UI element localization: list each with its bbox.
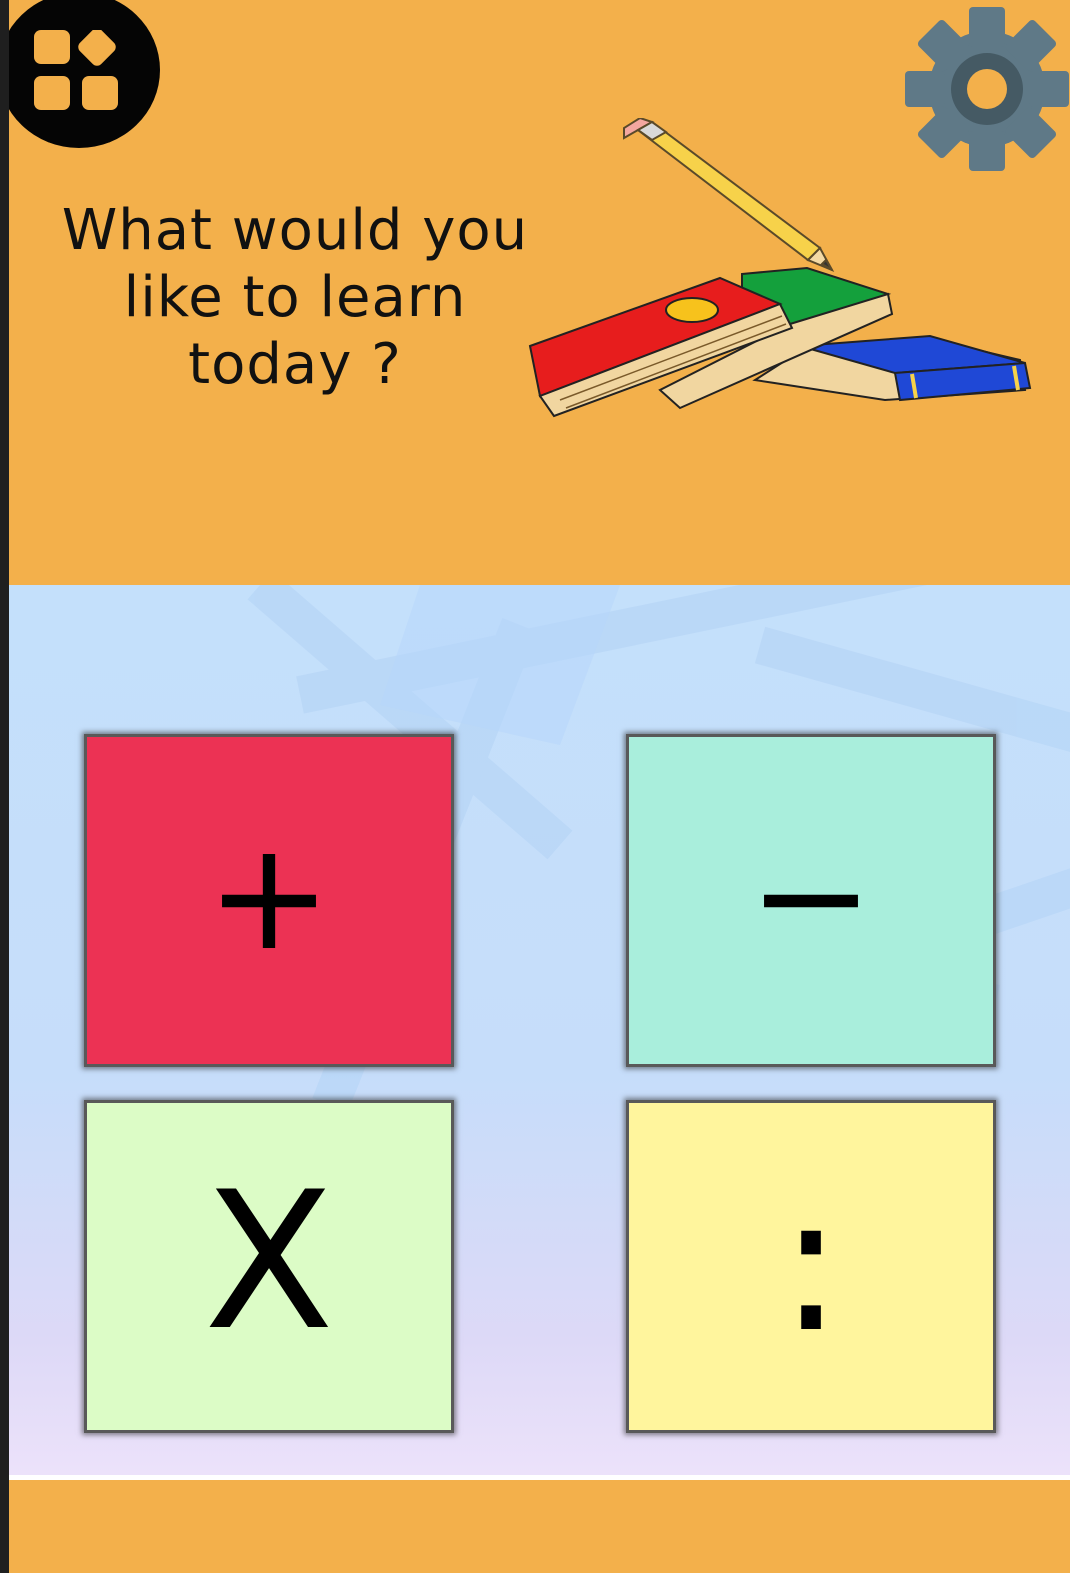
- divide-symbol: :: [778, 1152, 843, 1374]
- app-screen: What would you like to learn today ? + −…: [0, 0, 1080, 1573]
- apps-grid-icon: [34, 30, 118, 110]
- multiply-symbol: X: [203, 1150, 335, 1372]
- screen-edge-right: [1070, 0, 1080, 1573]
- menu-button[interactable]: [0, 0, 160, 148]
- plus-symbol: +: [206, 809, 332, 984]
- header: What would you like to learn today ?: [0, 0, 1080, 585]
- question-heading: What would you like to learn today ?: [61, 198, 529, 397]
- addition-button[interactable]: +: [84, 734, 454, 1067]
- minus-symbol: −: [748, 809, 874, 984]
- footer-bar: [0, 1480, 1080, 1573]
- books-and-pencil-illustration: [528, 118, 1032, 418]
- operations-area: + − X :: [0, 585, 1080, 1475]
- subtraction-button[interactable]: −: [626, 734, 996, 1067]
- screen-edge-left: [0, 0, 9, 1573]
- multiplication-button[interactable]: X: [84, 1100, 454, 1433]
- division-button[interactable]: :: [626, 1100, 996, 1433]
